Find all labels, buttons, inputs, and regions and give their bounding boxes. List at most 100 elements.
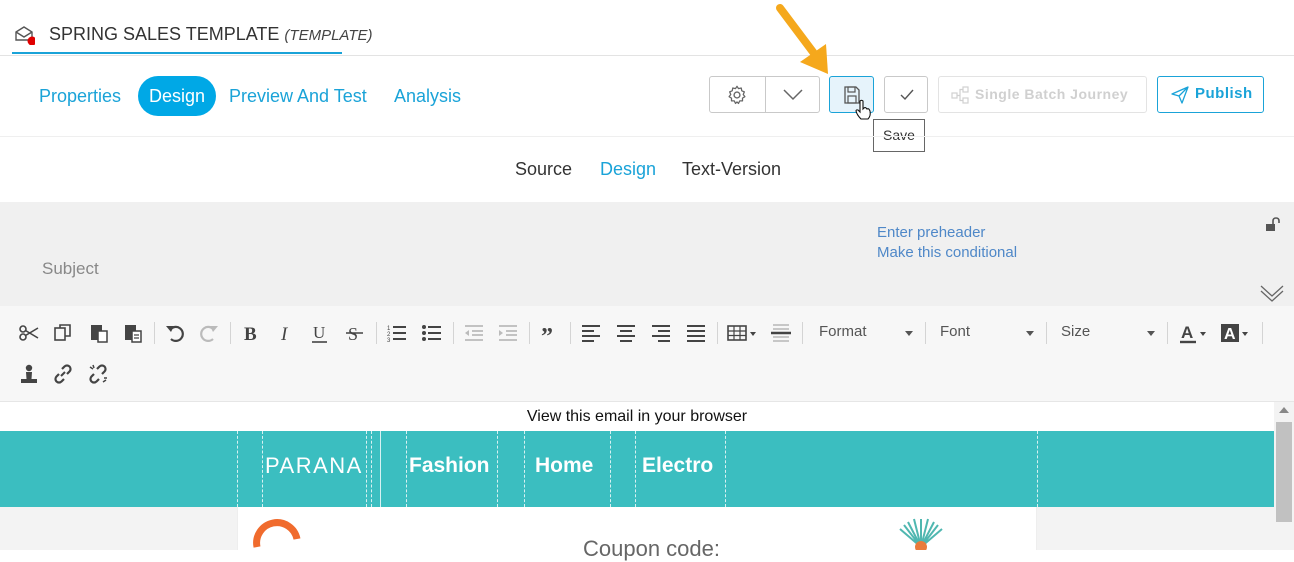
increase-indent-icon[interactable] — [497, 322, 519, 344]
caret-down-icon — [1147, 331, 1155, 336]
strikethrough-icon[interactable]: S — [344, 322, 366, 344]
toolbar-separator — [154, 322, 155, 344]
block-outline — [237, 431, 238, 507]
format-dropdown[interactable]: Format — [819, 323, 915, 345]
annotation-arrow-icon — [776, 4, 828, 74]
subject-input[interactable]: Subject — [42, 259, 99, 279]
block-outline — [610, 431, 611, 507]
toolbar-separator — [529, 322, 530, 344]
paste-as-text-icon[interactable] — [122, 322, 144, 344]
block-outline — [1037, 431, 1038, 507]
view-in-browser-link[interactable]: View this email in your browser — [0, 408, 1274, 426]
toolbar-separator — [453, 322, 454, 344]
tab-design[interactable]: Design — [138, 76, 217, 116]
italic-icon[interactable]: I — [275, 322, 297, 345]
tab-properties[interactable]: Properties — [39, 76, 121, 116]
svg-text:”: ” — [541, 324, 553, 344]
paste-icon[interactable] — [88, 322, 110, 344]
unlock-icon[interactable] — [1265, 216, 1281, 232]
link-icon[interactable] — [52, 363, 74, 385]
svg-text:B: B — [244, 324, 257, 344]
decrease-indent-icon[interactable] — [463, 322, 485, 344]
toolbar-separator — [570, 322, 571, 344]
settings-button-group — [709, 76, 820, 113]
toolbar-separator — [376, 322, 377, 344]
toolbar-separator — [802, 322, 803, 344]
bold-icon[interactable]: B — [240, 322, 262, 345]
chevron-down-icon — [783, 89, 803, 101]
block-outline — [524, 431, 525, 507]
svg-text:A: A — [1224, 326, 1236, 343]
toolbar-separator — [1167, 322, 1168, 344]
editor-toolbar: B I U S 123 ” Format Font Size A A — [0, 306, 1294, 402]
unlink-icon[interactable] — [87, 363, 109, 385]
svg-text:A: A — [1181, 323, 1193, 342]
align-right-icon[interactable] — [650, 322, 672, 344]
block-outline — [497, 431, 498, 507]
align-center-icon[interactable] — [615, 322, 637, 344]
caret-down-icon — [905, 331, 913, 336]
single-batch-journey-button[interactable]: Single Batch Journey — [938, 76, 1147, 113]
table-icon[interactable] — [727, 322, 759, 344]
block-outline — [406, 431, 407, 507]
font-label: Font — [940, 323, 971, 340]
email-nav-fashion[interactable]: Fashion — [409, 454, 490, 478]
tab-design-editor[interactable]: Design — [600, 159, 656, 180]
cut-icon[interactable] — [18, 322, 40, 344]
size-dropdown[interactable]: Size — [1061, 323, 1157, 345]
save-button[interactable] — [829, 76, 874, 120]
email-nav-electro[interactable]: Electro — [642, 454, 713, 478]
underline-icon[interactable]: U — [309, 322, 331, 344]
email-header-band: PARANA Fashion Home Electro — [0, 431, 1274, 507]
copy-icon[interactable] — [52, 322, 74, 344]
toolbar-separator — [925, 322, 926, 344]
undo-icon[interactable] — [164, 322, 186, 344]
paper-plane-icon — [1171, 86, 1189, 104]
justify-icon[interactable] — [685, 322, 707, 344]
block-outline — [635, 431, 636, 507]
background-color-icon[interactable]: A — [1220, 322, 1252, 344]
tab-preview-and-test[interactable]: Preview And Test — [229, 76, 367, 116]
tabs-divider — [0, 136, 1294, 137]
journey-label: Single Batch Journey — [975, 86, 1129, 102]
email-preview: Coupon code: View this email in your bro… — [0, 402, 1294, 561]
scrollbar-thumb[interactable] — [1276, 422, 1292, 522]
publish-button[interactable]: Publish — [1157, 76, 1264, 113]
make-conditional-link[interactable]: Make this conditional — [877, 244, 1017, 261]
personalization-icon[interactable] — [18, 363, 40, 385]
sunburst-image-icon — [899, 518, 943, 550]
check-icon — [900, 89, 914, 101]
title-divider — [0, 55, 1294, 56]
block-outline — [725, 431, 726, 507]
toolbar-separator — [230, 322, 231, 344]
more-options-dropdown[interactable] — [766, 77, 820, 112]
toolbar-separator — [717, 322, 718, 344]
redo-icon[interactable] — [198, 322, 220, 344]
tab-text-version[interactable]: Text-Version — [682, 159, 781, 180]
block-outline — [380, 431, 381, 507]
numbered-list-icon[interactable]: 123 — [386, 322, 408, 344]
bulleted-list-icon[interactable] — [421, 322, 443, 344]
subject-area: Subject Enter preheader Make this condit… — [0, 202, 1294, 306]
validate-button[interactable] — [884, 76, 928, 113]
text-color-icon[interactable]: A — [1178, 322, 1210, 344]
settings-button[interactable] — [710, 77, 765, 112]
blockquote-icon[interactable]: ” — [539, 322, 561, 350]
email-logo[interactable]: PARANA — [265, 453, 363, 479]
svg-text:3: 3 — [387, 338, 391, 344]
block-outline — [262, 431, 263, 507]
publish-label: Publish — [1195, 85, 1253, 102]
enter-preheader-link[interactable]: Enter preheader — [877, 224, 985, 241]
horizontal-rule-icon[interactable] — [770, 322, 792, 344]
tab-analysis[interactable]: Analysis — [394, 76, 461, 116]
double-chevron-down-icon[interactable] — [1260, 284, 1284, 302]
email-nav-home[interactable]: Home — [535, 454, 593, 478]
tab-source[interactable]: Source — [515, 159, 572, 180]
size-label: Size — [1061, 323, 1091, 340]
scroll-up-icon[interactable] — [1279, 407, 1289, 413]
align-left-icon[interactable] — [580, 322, 602, 344]
envelope-icon — [13, 25, 37, 46]
svg-text:U: U — [313, 323, 325, 342]
font-dropdown[interactable]: Font — [940, 323, 1036, 345]
preview-scrollbar[interactable] — [1274, 402, 1294, 550]
